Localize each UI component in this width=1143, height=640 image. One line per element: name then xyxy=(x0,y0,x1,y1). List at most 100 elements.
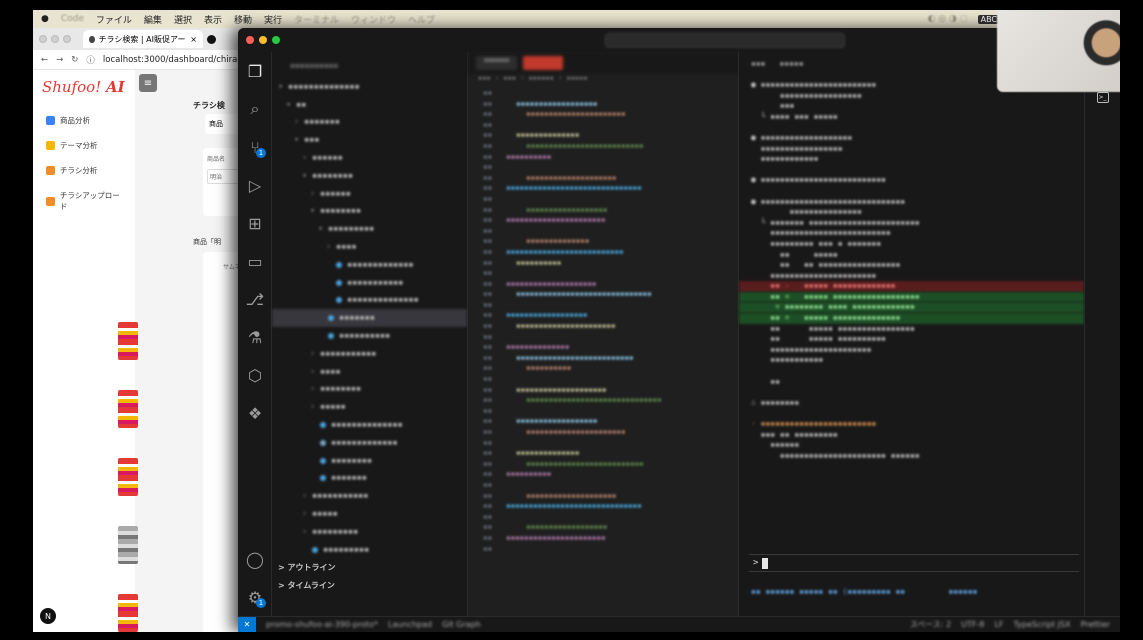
terminal-icon[interactable]: >_ xyxy=(1096,92,1109,103)
menu-edit[interactable]: 編集 xyxy=(144,13,162,26)
file-tree-item[interactable]: ▾ ▪▪▪▪▪▪▪▪▪ xyxy=(272,220,467,238)
encoding-status[interactable]: UTF-8 xyxy=(961,620,984,629)
extensions-icon[interactable]: ⊞ xyxy=(238,204,272,242)
file-tree-item[interactable]: ▾ ▪▪▪▪▪▪▪▪ xyxy=(272,203,467,221)
window-zoom-button[interactable] xyxy=(63,35,71,43)
file-tree-item[interactable]: › ▪▪▪▪▪▪▪ xyxy=(272,114,467,132)
window-zoom-button[interactable] xyxy=(272,36,280,44)
editor-tab[interactable] xyxy=(523,56,564,70)
code-editor[interactable]: ▪▪▪▪▪▪ ▪▪▪ › ▪▪▪ › ▪▪▪▪▪▪ › ▪▪▪▪▪ ▪▪ ▪▪ ▪▪… xyxy=(468,52,738,616)
apple-icon[interactable]: ● xyxy=(41,14,49,24)
file-tree-item[interactable]: › ▪▪▪▪ xyxy=(272,363,467,381)
status-bar: ✕ promo-shufoo-ai-390-proto* Launchpad G… xyxy=(238,616,1120,632)
back-icon[interactable]: ← xyxy=(41,55,48,65)
outline-section[interactable]: > アウトライン xyxy=(272,558,467,576)
terminal-tab[interactable]: ▪▪▪ xyxy=(751,59,765,68)
tab-close-icon[interactable]: × xyxy=(190,35,197,44)
file-tree-item[interactable]: ▾ ▪▪▪ xyxy=(272,131,467,149)
sidebar-item-flyer-upload[interactable]: チラシアップロード xyxy=(33,183,135,219)
terminal-input[interactable]: > xyxy=(749,554,1079,572)
gear-icon[interactable]: ⚙ 1 xyxy=(238,578,272,616)
launchpad-status[interactable]: Launchpad xyxy=(388,620,432,629)
menu-toggle-button[interactable]: ≡ xyxy=(139,74,157,92)
app-logo[interactable]: Shufoo! AI xyxy=(33,70,135,96)
sidebar-item-product-analysis[interactable]: 商品分析 xyxy=(33,108,135,133)
file-tree-item[interactable]: ▪▪▪▪▪▪▪▪▪▪▪▪▪ xyxy=(272,256,467,274)
file-tree-item[interactable]: ▾ ▪▪▪▪▪▪▪▪▪▪▪▪▪▪ xyxy=(272,78,467,96)
file-tree-item[interactable]: › ▪▪▪▪▪ xyxy=(272,505,467,523)
menu-window[interactable]: ウィンドウ xyxy=(351,13,396,26)
browser-tab-active[interactable]: チラシ検索 | AI販促アーカイブ × xyxy=(83,30,203,48)
file-tree-item[interactable]: › ▪▪▪▪▪▪▪▪▪ xyxy=(272,523,467,541)
prettier-status[interactable]: Prettier xyxy=(1081,620,1110,629)
status-icons[interactable]: ◐ ◎ ◑ ◌ xyxy=(928,14,968,24)
file-tree-item[interactable]: › ▪▪▪▪▪▪▪▪▪▪▪ xyxy=(272,345,467,363)
menubar-app-name[interactable]: Code xyxy=(61,14,84,24)
git-graph-icon[interactable]: ⎇ xyxy=(238,280,272,318)
timeline-section[interactable]: > タイムライン xyxy=(272,576,467,594)
testing-icon[interactable]: ⚗ xyxy=(238,318,272,356)
site-info-icon[interactable]: ⓘ xyxy=(86,54,95,66)
window-close-button[interactable] xyxy=(246,36,254,44)
window-minimize-button[interactable] xyxy=(259,36,267,44)
remote-explorer-icon[interactable]: ▭ xyxy=(238,242,272,280)
new-tab-icon[interactable] xyxy=(207,34,216,44)
menu-run[interactable]: 実行 xyxy=(264,13,282,26)
forward-icon[interactable]: → xyxy=(56,55,63,65)
file-tree-item[interactable]: ▾ ▪▪▪▪▪▪▪▪ xyxy=(272,167,467,185)
url-field[interactable]: localhost:3000/dashboard/chira xyxy=(103,55,237,65)
sidebar-item-theme-analysis[interactable]: テーマ分析 xyxy=(33,133,135,158)
search-icon[interactable]: ⌕ xyxy=(238,90,272,128)
menu-view[interactable]: 表示 xyxy=(204,13,222,26)
python-icon[interactable]: ❖ xyxy=(238,394,272,432)
reload-icon[interactable]: ↻ xyxy=(71,55,78,65)
language-status[interactable]: TypeScript JSX xyxy=(1014,620,1071,629)
run-debug-icon[interactable]: ▷ xyxy=(238,166,272,204)
file-tree-item[interactable]: › ▪▪▪▪▪▪ xyxy=(272,185,467,203)
menu-go[interactable]: 移動 xyxy=(234,13,252,26)
file-tree-item[interactable]: ▪▪▪▪▪▪▪ xyxy=(272,309,467,328)
ai-terminal-panel[interactable]: ▪▪▪ ▪▪▪▪▪ ▣ ▪▪▪▪▪▪ ✕ ● ▪▪▪▪▪▪▪▪▪▪▪▪▪▪▪▪▪… xyxy=(738,52,1084,616)
command-center[interactable] xyxy=(605,32,845,48)
source-control-icon[interactable]: ⑂ 1 xyxy=(238,128,272,166)
file-tree-item[interactable]: ▪▪▪▪▪▪▪▪ xyxy=(272,452,467,470)
file-tree-item[interactable]: ▪▪▪▪▪▪▪▪▪▪▪▪▪ xyxy=(272,434,467,452)
remote-indicator[interactable]: ✕ xyxy=(238,616,256,632)
containers-icon[interactable]: ⬡ xyxy=(238,356,272,394)
window-minimize-button[interactable] xyxy=(51,35,59,43)
flyer-thumbnail[interactable] xyxy=(118,594,138,632)
flyer-thumbnail[interactable] xyxy=(118,322,138,360)
menu-file[interactable]: ファイル xyxy=(96,13,132,26)
eol-status[interactable]: LF xyxy=(994,620,1003,629)
indent-status[interactable]: スペース: 2 xyxy=(910,619,951,630)
flyer-thumbnail[interactable] xyxy=(118,526,138,564)
branch-status[interactable]: promo-shufoo-ai-390-proto* xyxy=(266,620,378,629)
window-close-button[interactable] xyxy=(39,35,47,43)
account-icon[interactable]: ◯ xyxy=(238,540,272,578)
file-tree-item[interactable]: ▪▪▪▪▪▪▪▪▪▪ xyxy=(272,327,467,345)
menu-terminal[interactable]: ターミナル xyxy=(294,13,339,26)
menu-help[interactable]: ヘルプ xyxy=(408,13,435,26)
file-tree-item[interactable]: › ▪▪▪▪▪ xyxy=(272,398,467,416)
file-tree-item[interactable]: ▪▪▪▪▪▪▪▪▪▪▪▪▪▪ xyxy=(272,416,467,434)
file-tree-item[interactable]: ▪▪▪▪▪▪▪ xyxy=(272,470,467,488)
code-line: ▪▪ ▪▪▪▪▪▪▪▪▪▪▪▪▪▪▪▪▪▪▪▪▪▪▪▪▪▪▪▪▪▪ xyxy=(468,289,738,300)
file-tree-item[interactable]: › ▪▪▪▪▪▪ xyxy=(272,149,467,167)
file-tree-item[interactable]: ▾ ▪▪ xyxy=(272,96,467,114)
terminal-tab[interactable]: ▪▪▪▪▪ xyxy=(779,59,803,68)
user-avatar[interactable]: N xyxy=(40,608,56,624)
file-tree-item[interactable]: › ▪▪▪▪▪▪▪▪▪▪▪ xyxy=(272,487,467,505)
flyer-thumbnail[interactable] xyxy=(118,458,138,496)
git-graph-status[interactable]: Git Graph xyxy=(442,620,481,629)
flyer-thumbnail[interactable] xyxy=(118,390,138,428)
sidebar-item-flyer-analysis[interactable]: チラシ分析 xyxy=(33,158,135,183)
file-tree-item[interactable]: › ▪▪▪▪▪▪▪▪ xyxy=(272,381,467,399)
explorer-icon[interactable]: ❐ xyxy=(238,52,272,90)
file-tree-item[interactable]: ▪▪▪▪▪▪▪▪▪▪▪▪▪▪ xyxy=(272,292,467,310)
file-tree-item[interactable]: ▪▪▪▪▪▪▪▪▪ xyxy=(272,541,467,559)
menu-select[interactable]: 選択 xyxy=(174,13,192,26)
line-number: ▪▪ xyxy=(482,204,492,214)
file-tree-item[interactable]: › ▪▪▪▪ xyxy=(272,238,467,256)
file-tree-item[interactable]: ▪▪▪▪▪▪▪▪▪▪▪ xyxy=(272,274,467,292)
editor-tab[interactable]: ▪▪▪▪▪▪ xyxy=(476,56,518,70)
